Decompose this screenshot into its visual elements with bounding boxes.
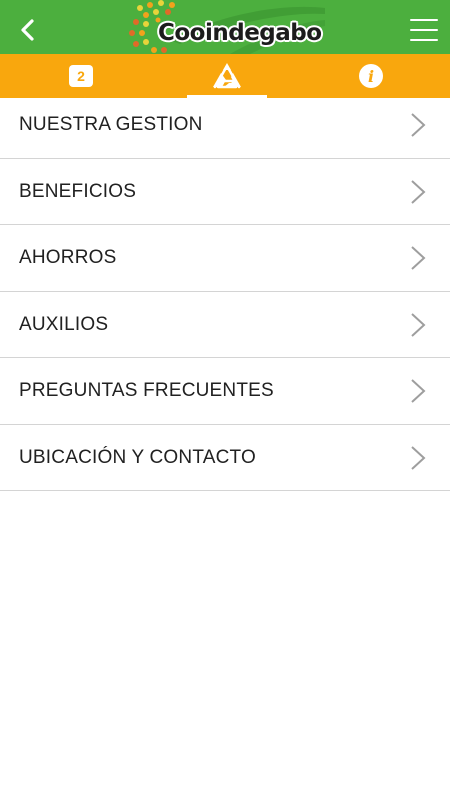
- chevron-right-icon: [411, 113, 426, 137]
- app-header: Cooindegabo: [0, 0, 450, 54]
- chevron-right-icon: [411, 445, 426, 470]
- triangle-logo-icon: [213, 63, 241, 89]
- count-badge-icon: 2: [69, 65, 93, 87]
- hamburger-line: [410, 29, 438, 31]
- main-menu-list: NUESTRA GESTION BENEFICIOS AHORROS AUXIL…: [0, 92, 450, 491]
- menu-item-label: BENEFICIOS: [19, 180, 137, 202]
- brand-logo: Cooindegabo: [128, 0, 328, 54]
- menu-item-beneficios[interactable]: BENEFICIOS: [0, 159, 450, 225]
- chevron-right-icon: [411, 246, 426, 270]
- chevron-right-icon: [411, 179, 426, 204]
- menu-item-label: NUESTRA GESTION: [19, 114, 203, 135]
- chevron-right-icon: [411, 379, 426, 403]
- menu-item-auxilios[interactable]: AUXILIOS: [0, 292, 450, 358]
- menu-item-ubicacion-contacto[interactable]: UBICACIÓN Y CONTACTO: [0, 425, 450, 491]
- chevron-right-icon: [411, 312, 426, 337]
- menu-item-label: AUXILIOS: [19, 313, 109, 335]
- brand-name: Cooindegabo: [158, 20, 322, 46]
- info-icon: i: [359, 64, 383, 88]
- hamburger-line: [410, 39, 438, 41]
- menu-item-label: AHORROS: [19, 247, 117, 268]
- chevron-left-icon: [21, 19, 34, 41]
- menu-item-label: PREGUNTAS FRECUENTES: [19, 380, 274, 401]
- menu-item-preguntas-frecuentes[interactable]: PREGUNTAS FRECUENTES: [0, 358, 450, 425]
- hamburger-menu-button[interactable]: [408, 15, 440, 45]
- menu-item-label: UBICACIÓN Y CONTACTO: [19, 446, 256, 468]
- back-button[interactable]: [10, 13, 44, 47]
- hamburger-line: [410, 19, 438, 21]
- menu-item-ahorros[interactable]: AHORROS: [0, 225, 450, 292]
- menu-item-nuestra-gestion[interactable]: NUESTRA GESTION: [0, 92, 450, 159]
